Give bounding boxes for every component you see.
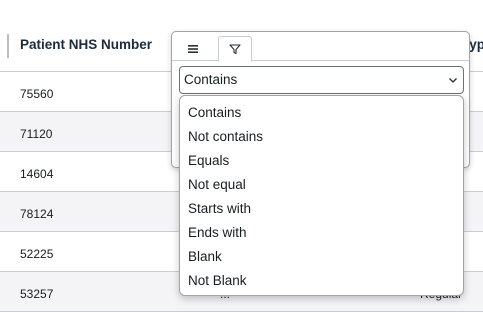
option-contains[interactable]: Contains — [188, 105, 241, 120]
cell-nhs-number: 75560 — [20, 87, 54, 101]
cell-nhs-number: 71120 — [20, 127, 53, 141]
filter-operator-select[interactable]: Contains — [179, 66, 464, 94]
option-not-contains[interactable]: Not contains — [188, 129, 263, 144]
menu-icon — [188, 45, 198, 53]
column-header-patient-nhs-number[interactable]: Patient NHS Number — [20, 37, 152, 52]
cell-nhs-number: 53257 — [20, 287, 54, 301]
filter-icon — [229, 43, 241, 54]
cell-nhs-number: 52225 — [20, 247, 54, 261]
filter-operator-dropdown: Contains Not contains Equals Not equal S… — [179, 95, 464, 296]
column-resize-handle[interactable] — [7, 34, 9, 58]
cell-nhs-number: 14604 — [20, 167, 54, 181]
option-ends-with[interactable]: Ends with — [188, 225, 247, 240]
filter-popup-tabs — [172, 32, 469, 62]
option-not-blank[interactable]: Not Blank — [188, 273, 247, 288]
filter-operator-value: Contains — [184, 72, 238, 87]
chevron-down-icon — [449, 78, 457, 83]
tab-filter[interactable] — [218, 36, 252, 62]
tab-general-menu[interactable] — [176, 36, 210, 62]
option-equals[interactable]: Equals — [188, 153, 229, 168]
option-not-equal[interactable]: Not equal — [188, 177, 246, 192]
cell-nhs-number: 78124 — [20, 207, 54, 221]
option-starts-with[interactable]: Starts with — [188, 201, 251, 216]
option-blank[interactable]: Blank — [188, 249, 222, 264]
